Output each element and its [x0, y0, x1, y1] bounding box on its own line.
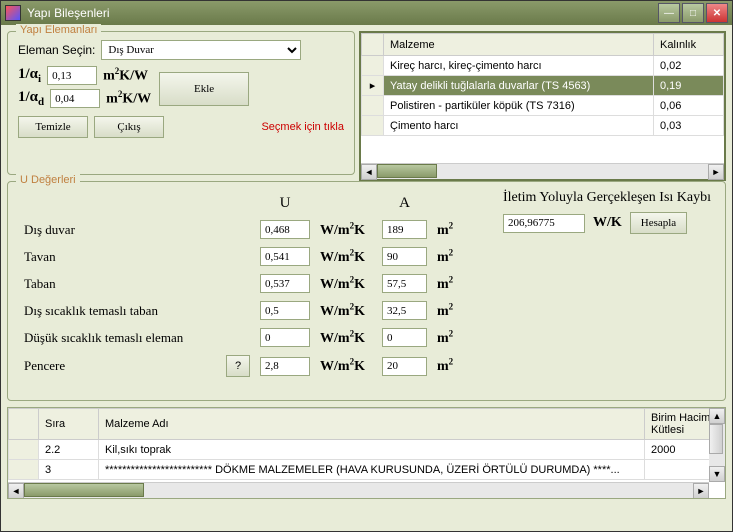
row-header-blank	[362, 34, 384, 56]
table-row[interactable]: Polistiren - partiküler köpük (TS 7316) …	[362, 96, 724, 116]
dis-duvar-u-input[interactable]	[260, 220, 310, 239]
col-sira[interactable]: Sıra	[39, 409, 99, 440]
malzeme-table-container: Malzeme Kalınlık Kireç harcı, kireç-çime…	[359, 31, 726, 181]
temizle-button[interactable]: Temizle	[18, 116, 88, 138]
table-row[interactable]: Çimento harcı 0,03	[362, 116, 724, 136]
scroll-left-icon[interactable]: ◄	[8, 483, 24, 499]
scroll-thumb[interactable]	[24, 483, 144, 497]
dis-duvar-a-input[interactable]	[382, 220, 427, 239]
col-u-header: U	[256, 192, 314, 215]
maximize-button[interactable]: □	[682, 3, 704, 23]
alpha-d-label: 1/αd	[18, 89, 44, 108]
eleman-secin-select[interactable]: Dış Duvar	[101, 40, 301, 60]
table-row[interactable]: 2.2 Kil,sıkı toprak 2000	[9, 440, 725, 460]
alpha-i-input[interactable]	[47, 66, 97, 85]
titlebar[interactable]: Yapı Bileşenleri — □ ✕	[1, 1, 732, 25]
row-tavan-label: Tavan	[20, 244, 220, 269]
col-a-header: A	[378, 192, 431, 215]
heatloss-label: İletim Yoluyla Gerçekleşen Isı Kaybı	[503, 190, 711, 206]
row-header-blank	[9, 409, 39, 440]
row-taban-label: Taban	[20, 271, 220, 296]
group-legend: Yapı Elemanları	[16, 24, 101, 36]
col-kalinlik[interactable]: Kalınlık	[654, 34, 724, 56]
alpha-i-label: 1/αi	[18, 66, 41, 85]
table-row[interactable]: 3 ************************* DÖKME MALZEM…	[9, 460, 725, 480]
minimize-button[interactable]: —	[658, 3, 680, 23]
row-dis-sicaklik-label: Dış sıcaklık temaslı taban	[20, 298, 220, 323]
secmek-hint: Seçmek için tıkla	[261, 121, 344, 133]
scroll-right-icon[interactable]: ►	[693, 483, 709, 499]
heatloss-result-input[interactable]	[503, 214, 585, 233]
eleman-secin-label: Eleman Seçin:	[18, 43, 95, 57]
scrollbar-horizontal[interactable]: ◄ ►	[361, 163, 724, 179]
dis-sicaklik-a-input[interactable]	[382, 301, 427, 320]
bottom-grid-container: Sıra Malzeme Adı Birim Hacim Kütlesi 2.2…	[7, 407, 726, 499]
app-window: Yapı Bileşenleri — □ ✕ Yapı Elemanları E…	[0, 0, 733, 532]
table-row[interactable]: ▸ Yatay delikli tuğlalarla duvarlar (TS …	[362, 76, 724, 96]
heatloss-unit: W/K	[593, 215, 622, 231]
u-degerleri-legend: U Değerleri	[16, 174, 80, 186]
content-area: Yapı Elemanları Eleman Seçin: Dış Duvar …	[1, 25, 732, 531]
table-row[interactable]: Kireç harcı, kireç-çimento harcı 0,02	[362, 56, 724, 76]
unit-m2kw: m2K/W	[106, 89, 151, 108]
heatloss-section: İletim Yoluyla Gerçekleşen Isı Kaybı W/K…	[503, 190, 711, 234]
scrollbar-vertical[interactable]: ▲ ▼	[709, 408, 725, 482]
hesapla-button[interactable]: Hesapla	[630, 212, 687, 234]
minimize-icon: —	[664, 8, 674, 19]
ekle-button[interactable]: Ekle	[159, 72, 249, 106]
dis-sicaklik-u-input[interactable]	[260, 301, 310, 320]
scrollbar-horizontal-bottom[interactable]: ◄ ►	[8, 482, 709, 498]
col-malzeme-adi[interactable]: Malzeme Adı	[99, 409, 645, 440]
taban-u-input[interactable]	[260, 274, 310, 293]
u-degerleri-group: U Değerleri U A Dış duvar W/m2K m2	[7, 181, 726, 401]
dusuk-sicaklik-u-input[interactable]	[260, 328, 310, 347]
pencere-a-input[interactable]	[382, 357, 427, 376]
close-button[interactable]: ✕	[706, 3, 728, 23]
tavan-u-input[interactable]	[260, 247, 310, 266]
scroll-thumb[interactable]	[377, 164, 437, 178]
yapi-elemanlari-group: Yapı Elemanları Eleman Seçin: Dış Duvar …	[7, 31, 355, 175]
scroll-left-icon[interactable]: ◄	[361, 164, 377, 180]
close-icon: ✕	[713, 8, 721, 19]
pencere-help-button[interactable]: ?	[226, 355, 250, 377]
dusuk-sicaklik-a-input[interactable]	[382, 328, 427, 347]
scroll-up-icon[interactable]: ▲	[709, 408, 725, 424]
bottom-grid[interactable]: Sıra Malzeme Adı Birim Hacim Kütlesi 2.2…	[8, 408, 725, 480]
maximize-icon: □	[690, 8, 696, 19]
scroll-right-icon[interactable]: ►	[708, 164, 724, 180]
row-dis-duvar-label: Dış duvar	[20, 217, 220, 242]
unit-m2kw: m2K/W	[103, 66, 148, 85]
col-malzeme[interactable]: Malzeme	[384, 34, 654, 56]
tavan-a-input[interactable]	[382, 247, 427, 266]
row-pencere-label: Pencere	[20, 352, 220, 380]
app-icon	[5, 5, 21, 21]
cikis-button[interactable]: Çıkış	[94, 116, 164, 138]
scroll-down-icon[interactable]: ▼	[709, 466, 725, 482]
pencere-u-input[interactable]	[260, 357, 310, 376]
malzeme-table[interactable]: Malzeme Kalınlık Kireç harcı, kireç-çime…	[361, 33, 724, 136]
window-title: Yapı Bileşenleri	[27, 6, 658, 20]
row-dusuk-sicaklik-label: Düşük sıcaklık temaslı eleman	[20, 325, 220, 350]
alpha-d-input[interactable]	[50, 89, 100, 108]
taban-a-input[interactable]	[382, 274, 427, 293]
scroll-thumb-v[interactable]	[709, 424, 723, 454]
